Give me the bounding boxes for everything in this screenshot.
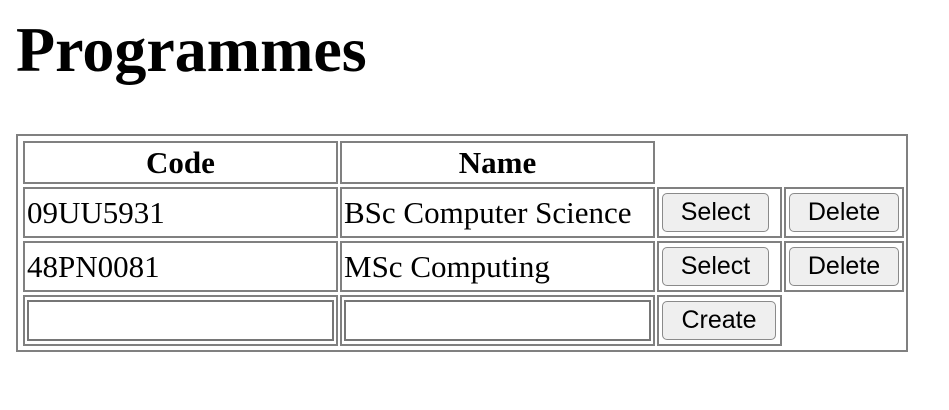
new-name-input[interactable] xyxy=(344,300,651,341)
row-2-delete-button[interactable]: Delete xyxy=(789,247,899,286)
column-header-name: Name xyxy=(340,141,655,184)
new-code-input[interactable] xyxy=(27,300,334,341)
table-row-2-code-cell: 48PN0081 xyxy=(23,241,338,292)
table-row-2-code: 48PN0081 xyxy=(27,249,160,284)
programmes-table: Code Name 09UU5931 BSc Computer Science … xyxy=(16,134,908,352)
table-row-2-name: MSc Computing xyxy=(344,249,550,284)
row-1-delete-button[interactable]: Delete xyxy=(789,193,899,232)
table-row-2-name-cell: MSc Computing xyxy=(340,241,655,292)
row-1-select-button[interactable]: Select xyxy=(662,193,769,232)
column-header-code-label: Code xyxy=(146,145,215,180)
table-row-1-code-cell: 09UU5931 xyxy=(23,187,338,238)
column-header-code: Code xyxy=(23,141,338,184)
create-button[interactable]: Create xyxy=(662,301,776,340)
table-row-1-name: BSc Computer Science xyxy=(344,195,632,230)
page-title: Programmes xyxy=(16,14,367,85)
table-row-1-code: 09UU5931 xyxy=(27,195,165,230)
column-header-name-label: Name xyxy=(458,145,537,180)
row-2-select-button[interactable]: Select xyxy=(662,247,769,286)
table-row-1-name-cell: BSc Computer Science xyxy=(340,187,655,238)
